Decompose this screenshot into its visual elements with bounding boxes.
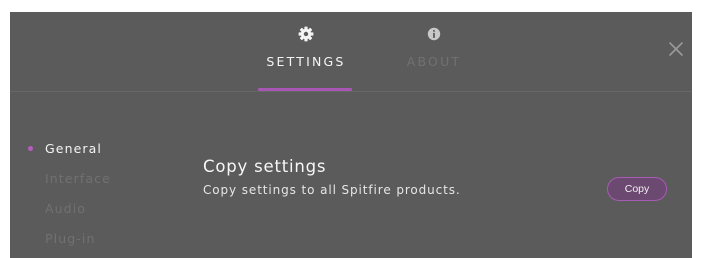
sidebar-item-interface[interactable]: Interface <box>10 172 170 202</box>
settings-sidebar: General Interface Audio Plug-in <box>10 142 170 258</box>
gear-icon <box>298 26 314 42</box>
close-icon[interactable] <box>667 40 685 58</box>
tab-settings-label: SETTINGS <box>266 54 346 69</box>
sidebar-item-audio[interactable]: Audio <box>10 202 170 232</box>
tab-about[interactable]: ABOUT <box>379 26 489 69</box>
section-description: Copy settings to all Spitfire products. <box>203 183 461 197</box>
settings-window: SETTINGS ABOUT General Interface Audio P <box>10 12 692 258</box>
sidebar-item-general[interactable]: General <box>10 142 170 172</box>
copy-settings-section: Copy settings Copy settings to all Spitf… <box>203 157 583 197</box>
sidebar-item-label: General <box>45 141 102 156</box>
section-title: Copy settings <box>203 157 327 176</box>
info-icon <box>427 27 441 41</box>
active-dot-icon <box>28 146 33 151</box>
tab-bar: SETTINGS ABOUT <box>10 12 692 92</box>
tab-settings[interactable]: SETTINGS <box>251 26 361 69</box>
tab-about-label: ABOUT <box>406 54 462 69</box>
sidebar-item-label: Audio <box>45 201 87 216</box>
sidebar-item-label: Plug-in <box>45 231 96 246</box>
copy-button[interactable]: Copy <box>607 177 667 201</box>
active-tab-indicator <box>258 88 352 91</box>
sidebar-item-label: Interface <box>45 171 111 186</box>
sidebar-item-plug-in[interactable]: Plug-in <box>10 232 170 258</box>
